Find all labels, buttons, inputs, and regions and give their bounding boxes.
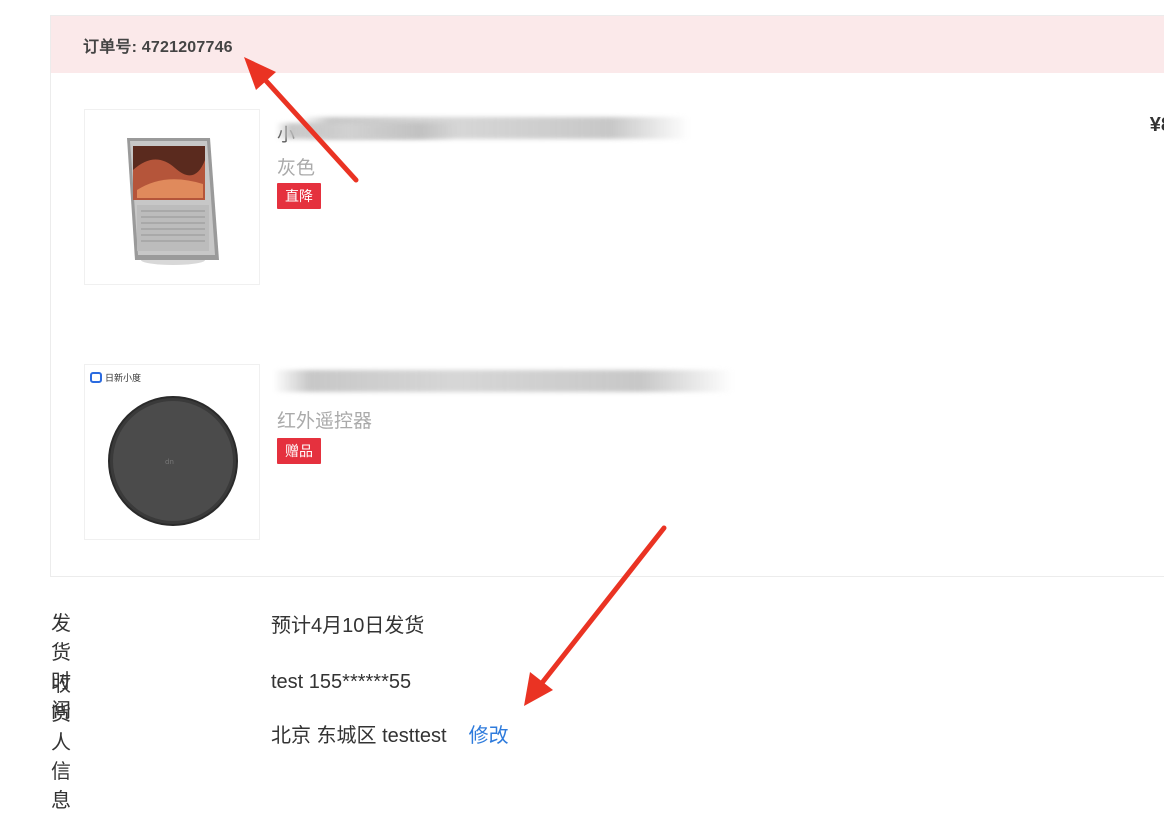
receiver-address-text: 北京 东城区 testtest bbox=[271, 725, 447, 747]
order-number: 订单号: 4721207746 bbox=[83, 33, 233, 57]
svg-text:日新小度: 日新小度 bbox=[105, 372, 141, 384]
order-header: 订单号: 4721207746 bbox=[51, 16, 1164, 73]
blurred-title-overlay bbox=[276, 123, 456, 139]
product-image[interactable]: 日新小度 dn bbox=[84, 364, 260, 540]
svg-text:dn: dn bbox=[165, 458, 174, 466]
price-drop-tag: 直降 bbox=[277, 183, 321, 209]
order-card: 订单号: 4721207746 ¥8 小 bbox=[50, 15, 1164, 577]
receiver-info-label: 收货人信息 bbox=[51, 674, 71, 812]
product-spec: 灰色 bbox=[277, 158, 316, 179]
edit-address-link[interactable]: 修改 bbox=[469, 725, 509, 747]
list-item: 小 灰色 直降 bbox=[51, 109, 1164, 289]
receiver-name-phone: test 155******55 bbox=[271, 671, 412, 693]
blurred-title bbox=[273, 370, 733, 392]
order-number-label: 订单号: bbox=[83, 39, 138, 56]
product-image[interactable] bbox=[84, 109, 260, 285]
order-number-value: 4721207746 bbox=[141, 39, 233, 56]
list-item: 日新小度 dn 红外遥控器 赠品 bbox=[51, 364, 1164, 544]
infrared-remote-image: 日新小度 dn bbox=[90, 372, 238, 526]
product-spec: 红外遥控器 bbox=[277, 411, 373, 432]
smart-display-image bbox=[127, 138, 219, 265]
gift-tag: 赠品 bbox=[277, 438, 321, 464]
receiver-address: 北京 东城区 testtest 修改 bbox=[271, 719, 509, 748]
shipping-time-value: 预计4月10日发货 bbox=[271, 615, 425, 637]
